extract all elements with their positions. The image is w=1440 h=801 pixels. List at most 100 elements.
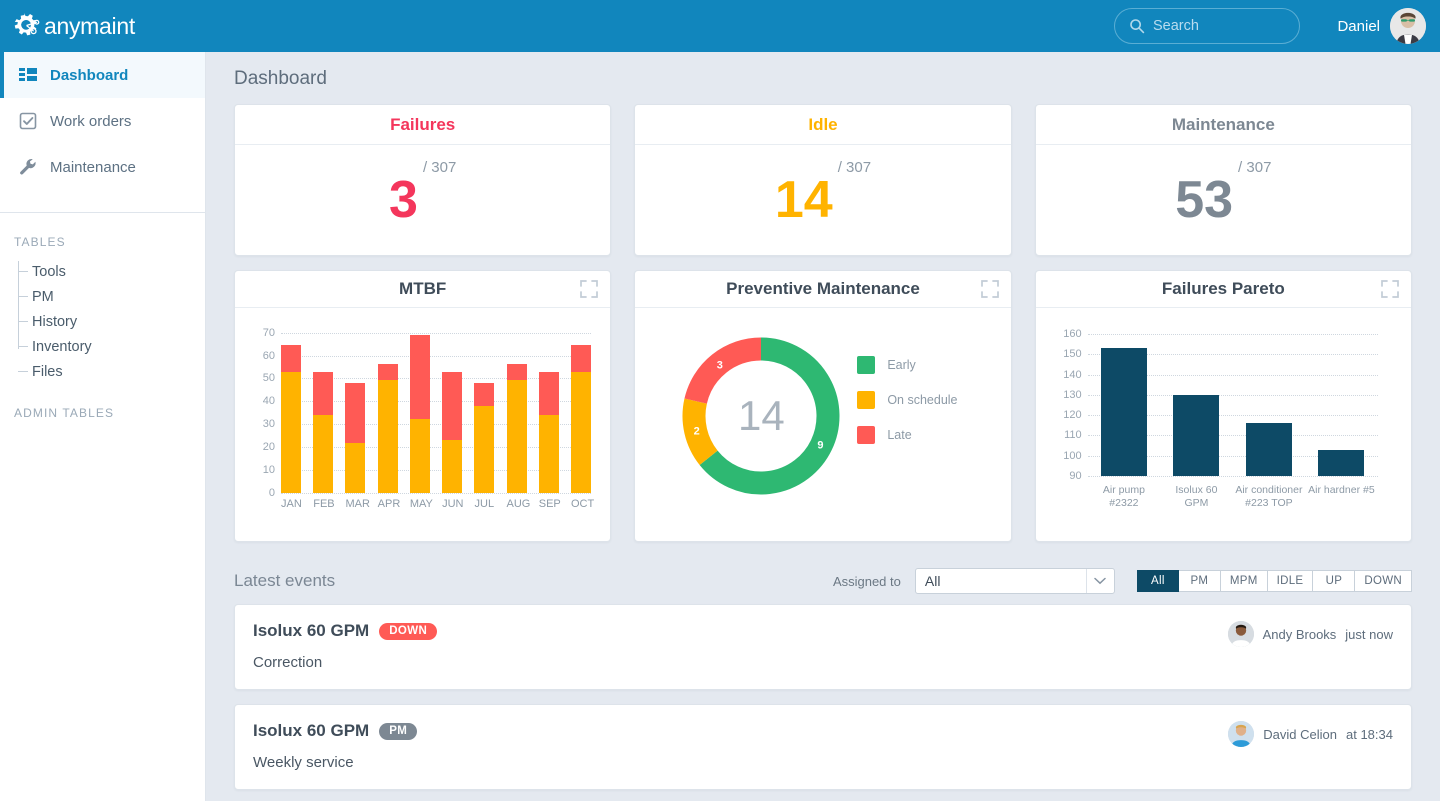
bar-series [281, 328, 591, 493]
filter-button-pm[interactable]: PM [1178, 570, 1221, 592]
bar-segment-top [313, 371, 334, 416]
chart-header: MTBF [235, 271, 611, 308]
sidebar-item-inventory[interactable]: Inventory [14, 334, 205, 359]
chart-title: Failures Pareto [1161, 279, 1285, 298]
event-meta: Andy Brooks just now [1227, 621, 1393, 647]
y-axis-tick: 140 [1063, 368, 1082, 381]
mtbf-x-axis-labels: JAN FEB MAR APR MAY JUN JUL AUG SEP OCT [281, 498, 595, 510]
chevron-down-glyph [1094, 577, 1107, 585]
event-description: Weekly service [253, 754, 354, 771]
bar-column[interactable] [570, 328, 591, 493]
bar[interactable] [1100, 348, 1147, 476]
sidebar-item-dashboard[interactable]: Dashboard [0, 52, 205, 98]
app-header: anymaint Daniel [0, 0, 1440, 52]
kpi-value: 53 [1175, 171, 1234, 229]
event-header: Isolux 60 GPM PM [253, 721, 1393, 741]
charts-row: MTBF 0 10 20 30 40 50 60 70 JAN FEB MAR APR MAY JUN J… [206, 256, 1440, 542]
filter-button-up[interactable]: UP [1313, 570, 1356, 592]
expand-icon[interactable] [580, 280, 599, 298]
user-menu[interactable]: Daniel [1337, 8, 1426, 44]
avatar [1227, 621, 1254, 647]
kpi-card-maintenance[interactable]: Maintenance 53 / 307 [1034, 104, 1412, 256]
avatar [1228, 721, 1255, 747]
filter-button-mpm[interactable]: MPM [1220, 570, 1268, 592]
sidebar-item-maintenance[interactable]: Maintenance [0, 144, 205, 190]
bar-column[interactable] [442, 328, 463, 493]
sidebar-item-files[interactable]: Files [14, 359, 205, 384]
user-name: Daniel [1337, 17, 1380, 35]
chart-body: 0 10 20 30 40 50 60 70 JAN FEB MAR APR MAY JUN JUL AUG… [235, 308, 610, 541]
kpi-body: 14 / 307 [635, 145, 1010, 255]
main-content: Dashboard Failures 3 / 307 Idle 14 / 307… [206, 52, 1440, 801]
kpi-card-failures[interactable]: Failures 3 / 307 [234, 104, 612, 256]
tree-item-label: Tools [32, 263, 66, 280]
bar-segment-top [506, 363, 527, 380]
sidebar-item-pm[interactable]: PM [14, 284, 205, 309]
event-asset-name: Isolux 60 GPM [253, 621, 370, 640]
y-axis-tick: 90 [1069, 470, 1082, 482]
y-axis-tick: 60 [262, 349, 275, 362]
expand-icon[interactable] [1381, 280, 1399, 298]
pareto-x-axis-labels: Air pump #2322 Isolux 60 GPM Air conditioner… [1088, 484, 1378, 510]
x-axis-tick: Air pump #2322 [1102, 484, 1145, 509]
bar[interactable] [1318, 449, 1365, 476]
kpi-value: 14 [774, 171, 833, 229]
bar-segment-base [538, 415, 559, 493]
bar-column[interactable] [345, 328, 366, 493]
bar-column[interactable] [377, 328, 398, 493]
y-axis-tick: 120 [1063, 409, 1082, 422]
gridline [281, 493, 591, 494]
legend-label: Late [887, 428, 912, 442]
event-card[interactable]: Isolux 60 GPM PM Weekly service David Ce… [234, 704, 1412, 790]
search-input[interactable] [1153, 18, 1293, 34]
bar-column[interactable] [538, 328, 559, 493]
event-type-filters: All PM MPM IDLE UP DOWN [1136, 570, 1412, 592]
search-box[interactable] [1114, 8, 1300, 44]
legend-swatch [857, 391, 876, 409]
bar-column[interactable] [474, 328, 495, 493]
y-axis-tick: 50 [262, 372, 275, 385]
assigned-to-select[interactable]: All [914, 568, 1115, 594]
x-axis-tick: Isolux 60 GPM [1175, 484, 1218, 509]
filter-button-down[interactable]: DOWN [1355, 570, 1412, 592]
chevron-down-icon[interactable] [1085, 569, 1114, 593]
y-axis-tick: 110 [1064, 429, 1082, 442]
legend-item[interactable]: Early [857, 356, 957, 374]
legend-item[interactable]: On schedule [857, 391, 958, 409]
y-axis-tick: 160 [1063, 328, 1082, 341]
bar-column[interactable] [506, 328, 527, 493]
expand-icon[interactable] [980, 280, 999, 298]
tree-item-label: Inventory [32, 338, 92, 355]
page-title: Dashboard [234, 68, 327, 89]
app-logo[interactable]: anymaint [12, 11, 135, 41]
sidebar-item-history[interactable]: History [14, 309, 205, 334]
avatar[interactable] [1390, 8, 1426, 44]
kpi-value: 3 [389, 171, 418, 229]
bar-column[interactable] [313, 328, 334, 493]
assigned-to-label: Assigned to [832, 573, 901, 589]
bar-column[interactable] [409, 328, 430, 493]
y-axis-tick: 70 [262, 326, 275, 339]
filter-button-all[interactable]: All [1136, 570, 1179, 592]
kpi-card-idle[interactable]: Idle 14 / 307 [634, 104, 1012, 256]
logo-text: anymaint [44, 12, 135, 39]
checkbox-icon [19, 112, 37, 130]
sidebar-item-tools[interactable]: Tools [14, 259, 205, 284]
pareto-plot-area: 90 100 110 120 130 140 150 160 [1063, 328, 1378, 482]
donut-slice-label: 9 [818, 440, 824, 452]
sidebar-item-work-orders[interactable]: Work orders [0, 98, 205, 144]
bar[interactable] [1245, 423, 1292, 476]
donut-center-value: 14 [713, 368, 810, 464]
event-card[interactable]: Isolux 60 GPM DOWN Correction Andy Brook… [234, 604, 1412, 690]
x-axis-tick: OCT [570, 498, 595, 510]
bar[interactable] [1173, 394, 1220, 476]
tree-item-label: Files [32, 363, 63, 380]
legend-item[interactable]: Late [857, 426, 957, 444]
bar-segment-top [409, 334, 430, 419]
y-axis-tick: 100 [1063, 449, 1082, 462]
chart-card-failures-pareto: Failures Pareto 90 100 110 120 130 140 150 160 … [1034, 270, 1412, 542]
kpi-body: 3 / 307 [235, 145, 610, 255]
filter-button-idle[interactable]: IDLE [1267, 570, 1314, 592]
bar-column[interactable] [281, 328, 301, 493]
y-axis-tick: 150 [1063, 348, 1082, 361]
